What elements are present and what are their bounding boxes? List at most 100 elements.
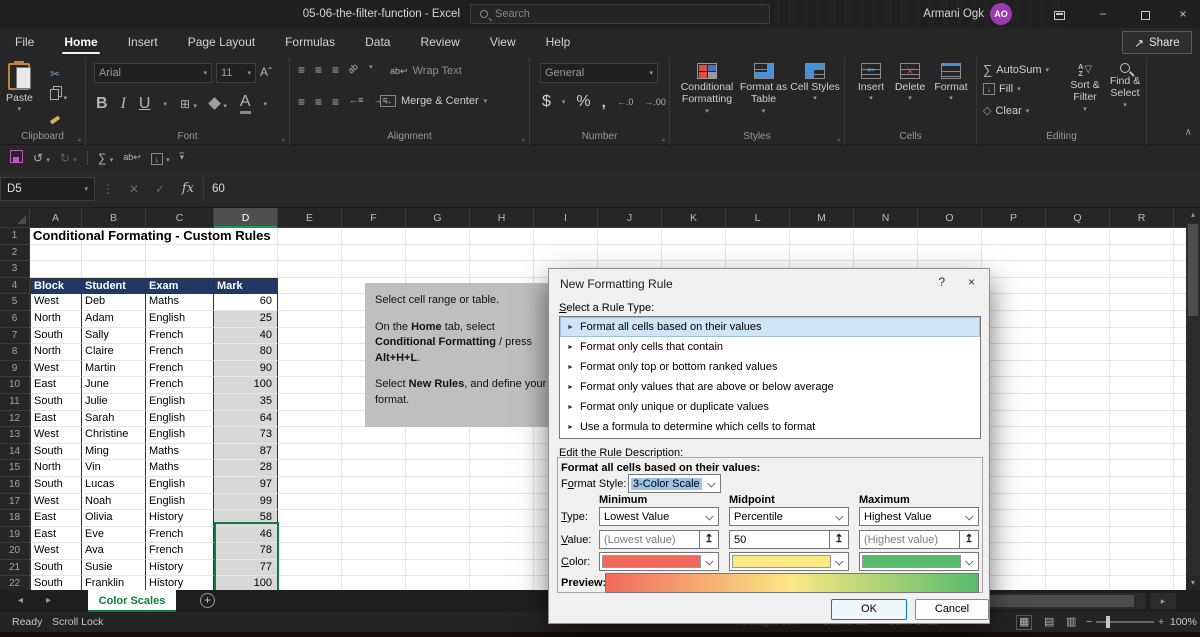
- cell-C11[interactable]: English: [146, 393, 214, 411]
- cell-R5[interactable]: [1110, 294, 1174, 311]
- cell-R13[interactable]: [1174, 427, 1186, 444]
- cell-H15[interactable]: [470, 460, 534, 477]
- cell-P15[interactable]: [982, 460, 1046, 477]
- row-header-10[interactable]: 10: [0, 377, 30, 394]
- conditional-formatting-button[interactable]: Conditional Formatting ▾: [678, 63, 736, 116]
- column-header-R[interactable]: R: [1110, 208, 1174, 228]
- row-header-3[interactable]: 3: [0, 261, 30, 278]
- cell-A15[interactable]: North: [30, 460, 82, 477]
- decrease-indent-icon[interactable]: ←≡: [349, 95, 363, 109]
- cell-R17[interactable]: [1110, 493, 1174, 511]
- cell-R14[interactable]: [1110, 443, 1174, 461]
- cell-C17[interactable]: English: [146, 493, 214, 511]
- customize-qat-icon[interactable]: ▾̅: [180, 152, 185, 163]
- bold-button[interactable]: B: [96, 95, 108, 113]
- font-color-dropdown[interactable]: ▾: [264, 100, 268, 108]
- cell-R10[interactable]: [1174, 377, 1186, 394]
- cell-E11[interactable]: [278, 393, 342, 411]
- normal-view-icon[interactable]: ▦: [1016, 615, 1033, 630]
- cell-styles-button[interactable]: Cell Styles ▾: [790, 63, 840, 104]
- cell-G3[interactable]: [406, 261, 470, 278]
- column-header-B[interactable]: B: [82, 208, 146, 228]
- copy-button[interactable]: ▾: [50, 87, 67, 105]
- cell-C22[interactable]: History: [146, 576, 214, 590]
- cell-D22[interactable]: 100: [214, 576, 278, 590]
- cell-Q8[interactable]: [1046, 344, 1110, 361]
- scroll-down-icon[interactable]: ▾: [1186, 576, 1200, 590]
- cell-B5[interactable]: Deb: [82, 294, 146, 311]
- cell-P7[interactable]: [982, 327, 1046, 345]
- cell-A9[interactable]: West: [30, 360, 82, 378]
- qat-fill-button[interactable]: ↓ ▾: [150, 151, 170, 165]
- cell-Q1[interactable]: [1046, 228, 1110, 245]
- cell-Q12[interactable]: [1046, 410, 1110, 428]
- cell-B20[interactable]: Ava: [82, 543, 146, 560]
- cell-F18[interactable]: [342, 510, 406, 527]
- cell-R7[interactable]: [1110, 327, 1174, 345]
- cell-F2[interactable]: [342, 244, 406, 262]
- row-header-20[interactable]: 20: [0, 543, 30, 560]
- range-select-icon[interactable]: ↥: [700, 530, 719, 549]
- comma-button[interactable]: ,: [602, 94, 606, 111]
- cell-G15[interactable]: [406, 460, 470, 477]
- cell-H3[interactable]: [470, 261, 534, 278]
- cell-C7[interactable]: French: [146, 327, 214, 345]
- cell-A11[interactable]: South: [30, 393, 82, 411]
- decrease-decimal-icon[interactable]: →.00: [644, 97, 666, 107]
- cell-E13[interactable]: [278, 427, 342, 444]
- autosum-button[interactable]: ∑ AutoSum ▾: [983, 62, 1049, 77]
- cell-P13[interactable]: [982, 427, 1046, 444]
- cell-Q19[interactable]: [1046, 526, 1110, 544]
- cell-C5[interactable]: Maths: [146, 294, 214, 311]
- cell-H20[interactable]: [470, 543, 534, 560]
- cell-R9[interactable]: [1110, 360, 1174, 378]
- row-header-9[interactable]: 9: [0, 360, 30, 378]
- cell-C15[interactable]: Maths: [146, 460, 214, 477]
- name-box[interactable]: D5 ▾: [0, 176, 95, 201]
- cell-A22[interactable]: South: [30, 576, 82, 590]
- cell-F19[interactable]: [342, 526, 406, 544]
- cell-A5[interactable]: West: [30, 294, 82, 311]
- cell-B12[interactable]: Sarah: [82, 410, 146, 428]
- font-size-combo[interactable]: 11 ▾: [216, 63, 256, 83]
- underline-button[interactable]: U: [139, 95, 151, 113]
- cell-H2[interactable]: [470, 244, 534, 262]
- cell-P3[interactable]: [982, 261, 1046, 278]
- max-color-dropdown[interactable]: [859, 552, 979, 571]
- cell-R8[interactable]: [1110, 344, 1174, 361]
- sort-filter-button[interactable]: AZ ▽ Sort & Filter ▾: [1065, 63, 1105, 114]
- column-header-Q[interactable]: Q: [1046, 208, 1110, 228]
- cell-O1[interactable]: [918, 228, 982, 245]
- cell-B6[interactable]: Adam: [82, 310, 146, 328]
- cell-P16[interactable]: [982, 476, 1046, 494]
- cell-N2[interactable]: [854, 244, 918, 262]
- user-name[interactable]: Armani Ogk: [898, 0, 984, 28]
- cell-F21[interactable]: [342, 559, 406, 577]
- row-header-11[interactable]: 11: [0, 393, 30, 411]
- ok-button[interactable]: OK: [831, 599, 907, 620]
- cell-H17[interactable]: [470, 493, 534, 511]
- cell-D15[interactable]: 28: [214, 460, 278, 477]
- cell-C2[interactable]: [146, 244, 214, 262]
- fill-color-button[interactable]: ▾: [208, 95, 227, 113]
- cell-I1[interactable]: [534, 228, 598, 245]
- cell-C18[interactable]: History: [146, 510, 214, 527]
- cell-A14[interactable]: South: [30, 443, 82, 461]
- cell-E5[interactable]: [278, 294, 342, 311]
- cell-R12[interactable]: [1110, 410, 1174, 428]
- cell-C21[interactable]: History: [146, 559, 214, 577]
- cell-Q14[interactable]: [1046, 443, 1110, 461]
- orientation-icon[interactable]: ab: [346, 61, 363, 78]
- borders-icon[interactable]: ⊞ ▾: [180, 97, 197, 111]
- italic-button[interactable]: I: [121, 95, 126, 113]
- cell-C8[interactable]: French: [146, 344, 214, 361]
- cell-E16[interactable]: [278, 476, 342, 494]
- cell-B4[interactable]: Student: [82, 277, 146, 295]
- tab-insert[interactable]: Insert: [113, 28, 173, 57]
- cell-A3[interactable]: [30, 261, 82, 278]
- cell-D13[interactable]: 73: [214, 427, 278, 444]
- row-header-12[interactable]: 12: [0, 410, 30, 428]
- styles-dialog-launcher[interactable]: ⌟: [836, 133, 840, 142]
- cell-A7[interactable]: South: [30, 327, 82, 345]
- cell-R3[interactable]: [1110, 261, 1174, 278]
